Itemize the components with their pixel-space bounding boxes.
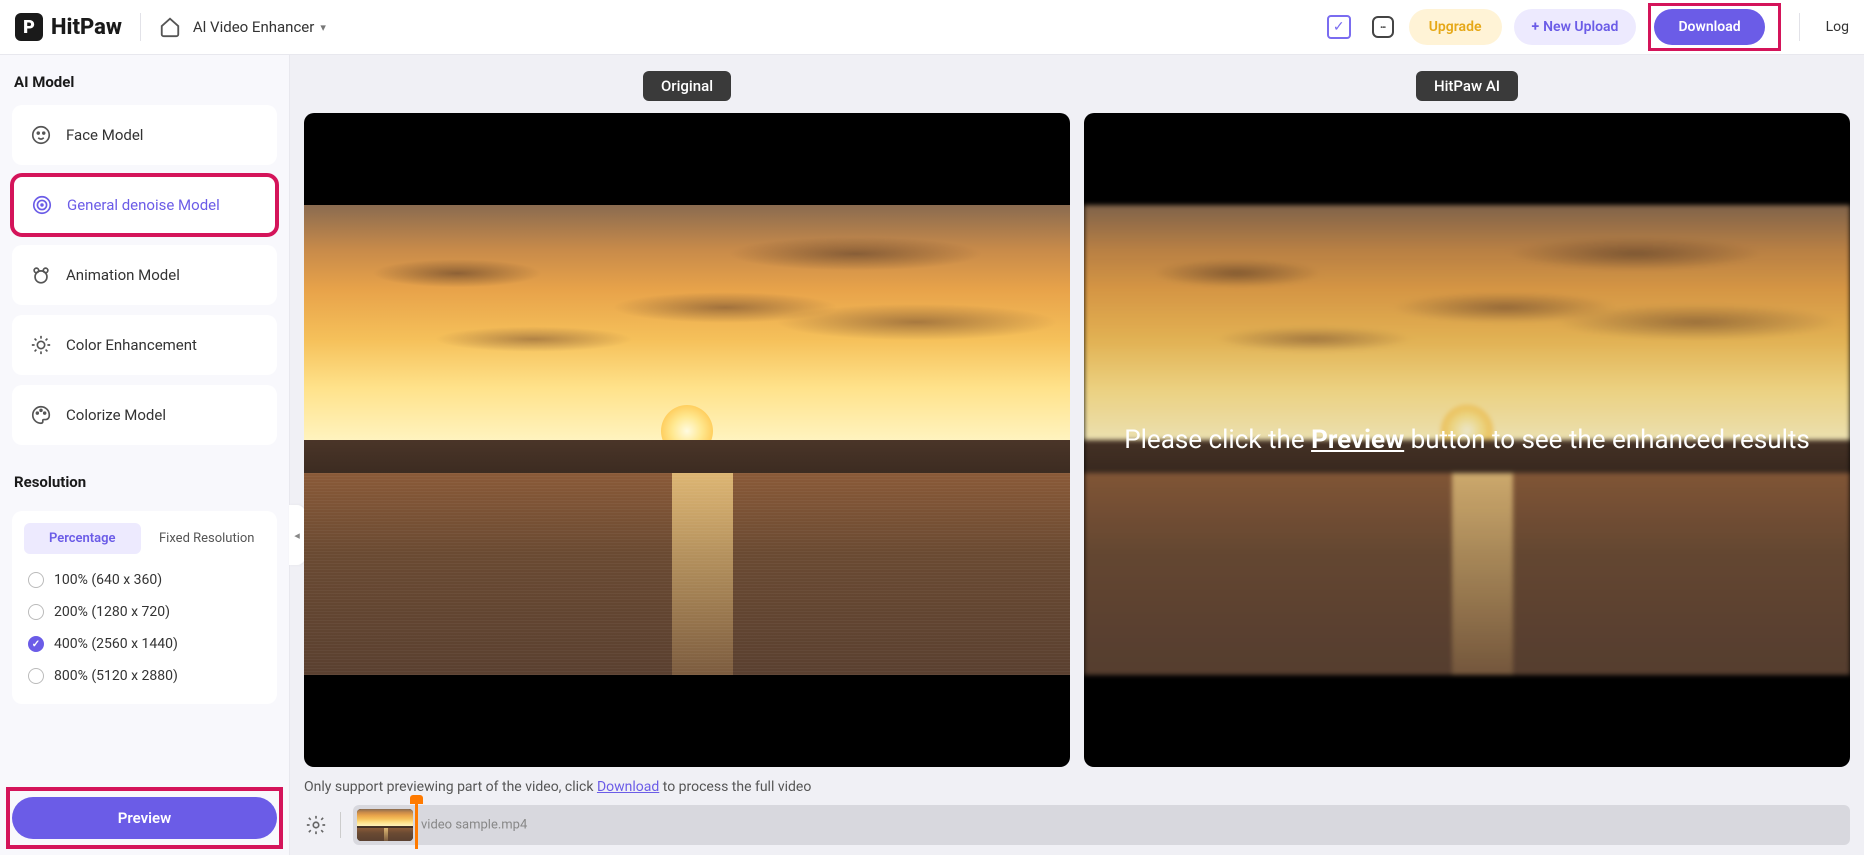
radio-icon bbox=[28, 604, 44, 620]
resolution-option-100[interactable]: 100% (640 x 360) bbox=[24, 564, 265, 596]
login-link[interactable]: Log bbox=[1826, 19, 1849, 35]
resolution-option-800[interactable]: 800% (5120 x 2880) bbox=[24, 660, 265, 692]
radio-label: 100% (640 x 360) bbox=[54, 572, 162, 588]
brand-name: HitPaw bbox=[51, 15, 122, 40]
timeline-settings-icon[interactable] bbox=[304, 813, 328, 837]
video-ai-preview[interactable]: Please click the Preview button to see t… bbox=[1084, 113, 1850, 767]
app-title-dropdown[interactable]: Al Video Enhancer ▾ bbox=[193, 18, 326, 36]
preview-highlight-box: Preview bbox=[12, 793, 277, 843]
tab-fixed-resolution[interactable]: Fixed Resolution bbox=[149, 523, 266, 554]
resolution-option-400[interactable]: 400% (2560 x 1440) bbox=[24, 628, 265, 660]
model-label: Colorize Model bbox=[66, 406, 166, 424]
preview-note: Only support previewing part of the vide… bbox=[304, 779, 1850, 795]
radio-label: 400% (2560 x 1440) bbox=[54, 636, 178, 652]
panel-original: Original bbox=[304, 71, 1070, 767]
app-header: P HitPaw Al Video Enhancer ▾ ✓ Upgrade +… bbox=[0, 0, 1864, 55]
download-link[interactable]: Download bbox=[597, 779, 659, 795]
bear-icon bbox=[30, 264, 52, 286]
checkbox-icon: ✓ bbox=[1327, 15, 1351, 39]
radio-label: 200% (1280 x 720) bbox=[54, 604, 170, 620]
radio-icon-checked bbox=[28, 636, 44, 652]
model-label: Face Model bbox=[66, 126, 143, 144]
model-label: General denoise Model bbox=[67, 196, 220, 214]
app-title-text: Al Video Enhancer bbox=[193, 18, 314, 36]
tasks-button[interactable]: ✓ bbox=[1321, 9, 1357, 45]
timeline-thumbnail bbox=[357, 809, 413, 841]
resolution-panel: Percentage Fixed Resolution 100% (640 x … bbox=[12, 511, 277, 704]
preview-button[interactable]: Preview bbox=[12, 797, 277, 839]
chevron-down-icon: ▾ bbox=[320, 21, 326, 34]
upgrade-button[interactable]: Upgrade bbox=[1409, 9, 1502, 45]
radio-icon bbox=[28, 572, 44, 588]
brand-logo: P HitPaw bbox=[15, 13, 122, 41]
logo-icon: P bbox=[15, 13, 43, 41]
new-upload-button[interactable]: +New Upload bbox=[1514, 9, 1637, 45]
timeline-filename: video sample.mp4 bbox=[421, 818, 527, 833]
sun-icon bbox=[30, 334, 52, 356]
timeline: video sample.mp4 bbox=[304, 803, 1850, 847]
timeline-track[interactable]: video sample.mp4 bbox=[353, 805, 1850, 845]
panel-label-ai: HitPaw AI bbox=[1416, 71, 1518, 101]
sidebar: AI Model Face Model General denoise Mode… bbox=[0, 55, 290, 855]
tab-percentage[interactable]: Percentage bbox=[24, 523, 141, 554]
plus-icon: + bbox=[1532, 19, 1540, 35]
divider bbox=[340, 812, 341, 838]
resolution-option-200[interactable]: 200% (1280 x 720) bbox=[24, 596, 265, 628]
download-button[interactable]: Download bbox=[1654, 9, 1764, 45]
model-item-animation[interactable]: Animation Model bbox=[12, 245, 277, 305]
content-area: Original HitPaw AI Please click the Prev… bbox=[290, 55, 1864, 855]
preview-prompt-text: Please click the Preview button to see t… bbox=[1084, 425, 1850, 455]
divider bbox=[140, 13, 141, 41]
home-icon[interactable] bbox=[159, 16, 181, 38]
playhead[interactable] bbox=[415, 797, 418, 849]
model-item-denoise[interactable]: General denoise Model bbox=[12, 175, 277, 235]
chat-icon bbox=[1372, 16, 1394, 38]
model-label: Animation Model bbox=[66, 266, 180, 284]
download-highlight-box: Download bbox=[1648, 3, 1780, 51]
video-original[interactable] bbox=[304, 113, 1070, 767]
panel-ai: HitPaw AI Please click the Preview butto… bbox=[1084, 71, 1850, 767]
model-item-face[interactable]: Face Model bbox=[12, 105, 277, 165]
section-title-model: AI Model bbox=[12, 73, 277, 91]
divider bbox=[1799, 13, 1800, 41]
model-label: Color Enhancement bbox=[66, 336, 197, 354]
radio-label: 800% (5120 x 2880) bbox=[54, 668, 178, 684]
denoise-icon bbox=[31, 194, 53, 216]
panel-label-original: Original bbox=[643, 71, 731, 101]
radio-icon bbox=[28, 668, 44, 684]
face-icon bbox=[30, 124, 52, 146]
section-title-resolution: Resolution bbox=[12, 473, 277, 491]
palette-icon bbox=[30, 404, 52, 426]
feedback-button[interactable] bbox=[1365, 9, 1401, 45]
model-item-color-enhance[interactable]: Color Enhancement bbox=[12, 315, 277, 375]
model-item-colorize[interactable]: Colorize Model bbox=[12, 385, 277, 445]
